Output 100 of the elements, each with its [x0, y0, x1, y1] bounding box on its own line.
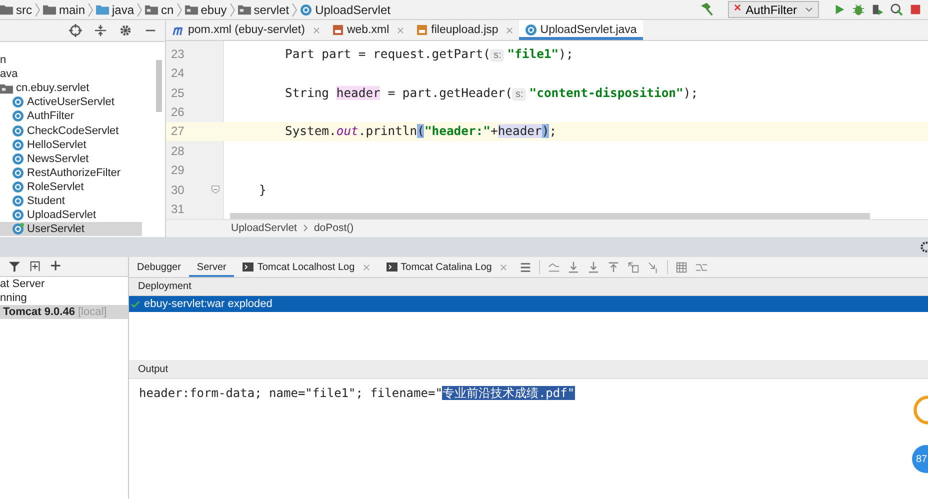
- tool-tab[interactable]: Debugger: [129, 257, 189, 277]
- tool-tab[interactable]: Tomcat Catalina Log: [378, 257, 515, 277]
- tree-item[interactable]: NewsServlet: [0, 152, 165, 166]
- tree-item[interactable]: Student: [0, 194, 165, 208]
- chevron-icon: [292, 2, 298, 16]
- breadcrumb-item[interactable]: UploadServlet: [315, 2, 390, 16]
- maven-icon: [172, 24, 185, 36]
- chevron-icon: [230, 2, 235, 16]
- class-icon: [12, 194, 24, 207]
- line-number: 30: [170, 182, 186, 197]
- section-header: Output: [129, 360, 928, 379]
- breadcrumb-item[interactable]: doPost(): [314, 222, 354, 234]
- breadcrumb-item[interactable]: java: [112, 2, 134, 16]
- class-icon: [12, 124, 24, 137]
- stop-icon[interactable]: [909, 3, 922, 16]
- deployment-item[interactable]: ebuy-servlet:war exploded: [129, 296, 928, 312]
- tool-tab[interactable]: Tomcat Localhost Log: [234, 257, 378, 277]
- breadcrumb-item[interactable]: servlet: [254, 2, 290, 16]
- tree-item[interactable]: at Server: [0, 277, 128, 291]
- bug-icon[interactable]: [852, 3, 865, 16]
- class-icon: [12, 110, 24, 122]
- tree-item[interactable]: UploadServlet: [0, 208, 165, 222]
- locate-icon[interactable]: [69, 24, 82, 37]
- upload-icon[interactable]: [606, 260, 620, 274]
- close-icon[interactable]: [397, 26, 404, 34]
- file-icon: [416, 24, 428, 36]
- tree-item[interactable]: RestAuthorizeFilter: [0, 166, 165, 180]
- download-icon[interactable]: [586, 260, 600, 274]
- folder-icon: [0, 82, 13, 94]
- add-group-icon[interactable]: [29, 260, 42, 273]
- class-icon: [300, 4, 312, 16]
- fold-icon[interactable]: [210, 185, 220, 194]
- filter-icon[interactable]: [8, 260, 21, 273]
- profiler-icon[interactable]: [890, 3, 903, 16]
- folder-icon: [96, 4, 110, 15]
- editor-tab[interactable]: fileupload.jsp: [410, 20, 520, 40]
- code-text: Part part = request.getPart( s: "file1");: [285, 46, 574, 61]
- folder-icon: [43, 4, 56, 15]
- line-number: 31: [170, 202, 186, 216]
- breadcrumb-item[interactable]: main: [59, 2, 86, 16]
- collapse-icon[interactable]: [94, 24, 107, 37]
- line-number: 27: [170, 124, 186, 138]
- tree-item[interactable]: Tomcat 9.0.46 [local]: [0, 305, 128, 319]
- class-icon: [12, 166, 24, 179]
- breadcrumb-item[interactable]: cn: [161, 2, 174, 16]
- tree-item[interactable]: nning: [0, 291, 128, 305]
- console-icon: [242, 261, 254, 273]
- hammer-icon[interactable]: [700, 3, 714, 16]
- folder-icon: [145, 4, 158, 15]
- class-icon: [12, 180, 24, 193]
- table-icon[interactable]: [674, 260, 688, 274]
- tree-item[interactable]: AuthFilter: [0, 109, 165, 124]
- class-icon: [12, 209, 24, 222]
- code-text: System.out.println("header:"+header);: [285, 124, 557, 138]
- line-number: 24: [170, 66, 186, 80]
- chevron-icon: [35, 2, 40, 16]
- run-icon[interactable]: [833, 3, 846, 16]
- menu-icon[interactable]: [518, 260, 532, 274]
- tree-item[interactable]: HelloServlet: [0, 138, 165, 152]
- add-icon[interactable]: [50, 260, 63, 273]
- chevron-icon: [302, 224, 308, 232]
- class-icon: [12, 138, 24, 151]
- chevron-down-icon: [805, 7, 813, 12]
- editor-tab[interactable]: UploadServlet.java: [519, 20, 643, 40]
- section-header: Deployment: [129, 278, 928, 296]
- close-icon[interactable]: [362, 264, 370, 270]
- jump-icon[interactable]: [646, 260, 660, 274]
- export-icon[interactable]: [626, 260, 640, 274]
- editor-tab[interactable]: pom.xml (ebuy-servlet): [166, 20, 326, 40]
- close-icon[interactable]: [500, 264, 507, 270]
- line-number: 29: [170, 163, 186, 178]
- close-icon[interactable]: [312, 26, 320, 34]
- close-icon[interactable]: [506, 26, 514, 34]
- file-icon: [332, 24, 344, 36]
- class-icon: [12, 96, 24, 108]
- scroll-icon[interactable]: [546, 260, 560, 274]
- breadcrumb-item[interactable]: UploadServlet: [231, 222, 297, 234]
- chevron-icon: [88, 2, 94, 16]
- tree-item[interactable]: ActiveUserServlet: [0, 95, 165, 110]
- error-icon: [734, 4, 741, 11]
- editor-tab[interactable]: web.xml: [326, 20, 410, 40]
- class-icon: [525, 24, 538, 36]
- breadcrumb-item[interactable]: src: [16, 2, 32, 16]
- folder-icon: [0, 4, 13, 15]
- console-output: header:form-data; name="file1"; filename="专业前沿技术成绩.pdf": [139, 386, 575, 400]
- download-icon[interactable]: [566, 260, 580, 274]
- run-config-dropdown[interactable]: AuthFilter: [728, 1, 819, 18]
- breadcrumb-item[interactable]: ebuy: [200, 2, 227, 16]
- tree-item[interactable]: CheckCodeServlet: [0, 123, 165, 138]
- tree-item[interactable]: RoleServlet: [0, 180, 165, 194]
- code-text: }: [259, 182, 266, 197]
- tree-item[interactable]: UserServlet: [0, 222, 142, 236]
- tree-item[interactable]: n: [0, 54, 6, 66]
- scrollbar-thumb[interactable]: [230, 212, 870, 219]
- folder-icon: [184, 4, 198, 15]
- line-number: 28: [170, 144, 186, 158]
- tree-item[interactable]: ava: [0, 68, 18, 80]
- settings-icon[interactable]: [119, 24, 132, 37]
- tree-item[interactable]: cn.ebuy.servlet: [16, 82, 90, 94]
- coverage-icon[interactable]: [871, 3, 884, 16]
